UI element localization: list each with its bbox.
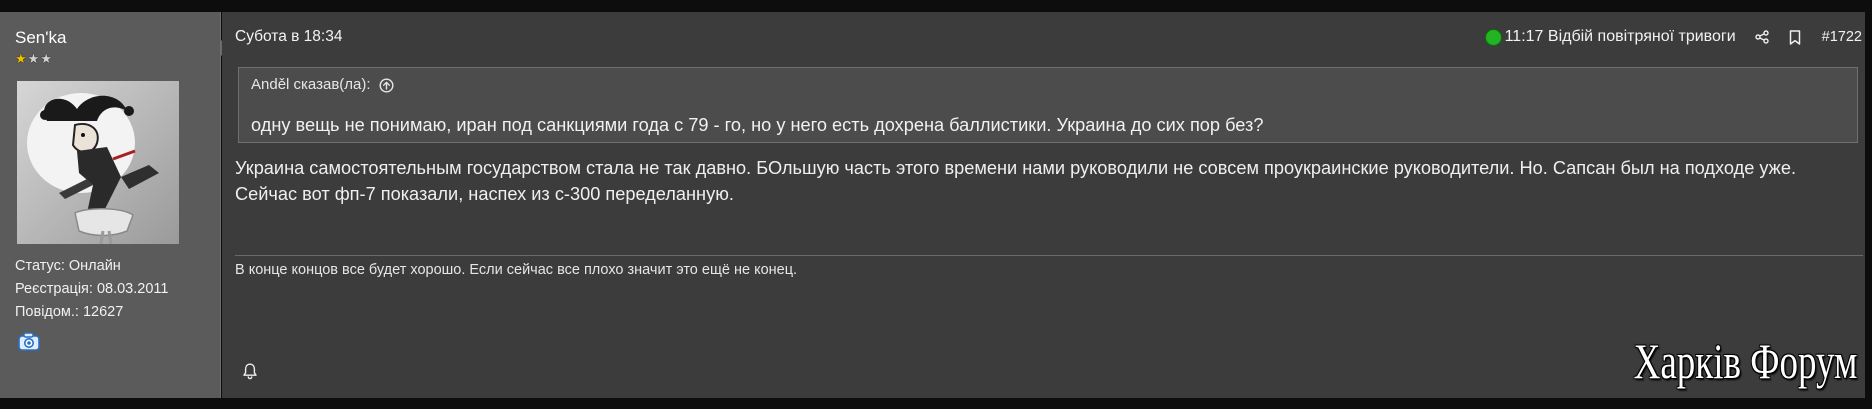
alert-status-dot [1484, 28, 1502, 46]
user-post-count: Повідом.: 12627 [15, 304, 124, 320]
post-number-link[interactable]: #1722 [1822, 27, 1862, 47]
post-header-actions: 11:17 Відбій повітряної тривоги #1722 [1484, 27, 1862, 47]
arrow-up-circle-icon[interactable] [379, 77, 394, 93]
quote-header: Anděl сказав(ла): [251, 76, 394, 94]
avatar[interactable] [17, 81, 179, 244]
air-raid-alert-text: 11:17 Відбій повітряної тривоги [1504, 28, 1736, 45]
star-filled-icon: ★ [15, 52, 28, 67]
quote-author-link[interactable]: Anděl сказав(ла): [251, 76, 371, 94]
user-sidebar: Sen'ka ★★★ Статус: Онлайн Реєстрація: 08… [0, 12, 221, 398]
post-date-link[interactable]: Субота в 18:34 [235, 28, 342, 46]
bookmark-icon[interactable] [1789, 29, 1801, 45]
message-content: Субота в 18:34 11:17 Відбій повітряної т… [222, 12, 1865, 398]
signature-divider [235, 255, 1863, 256]
jester-avatar-image [17, 81, 179, 244]
user-rank-stars: ★★★ [15, 53, 53, 67]
camera-icon [17, 331, 41, 353]
quote-text: одну вещь не понимаю, иран под санкциями… [251, 115, 1264, 135]
signature-text: В конце концов все будет хорошо. Если се… [235, 262, 798, 278]
forum-watermark: Харків Форум [1633, 333, 1857, 389]
star-empty-icon: ★ [40, 52, 53, 67]
bell-icon[interactable] [241, 362, 259, 380]
user-registration-date: Реєстрація: 08.03.2011 [15, 281, 169, 297]
username-link[interactable]: Sen'ka [15, 28, 66, 48]
share-icon[interactable] [1754, 30, 1769, 44]
user-status: Статус: Онлайн [15, 258, 121, 274]
post-body-text: Украина самостоятельным государством ста… [235, 158, 1797, 204]
star-empty-icon: ★ [27, 52, 41, 67]
quote-block: Anděl сказав(ла): одну вещь не понимаю, … [238, 67, 1858, 143]
